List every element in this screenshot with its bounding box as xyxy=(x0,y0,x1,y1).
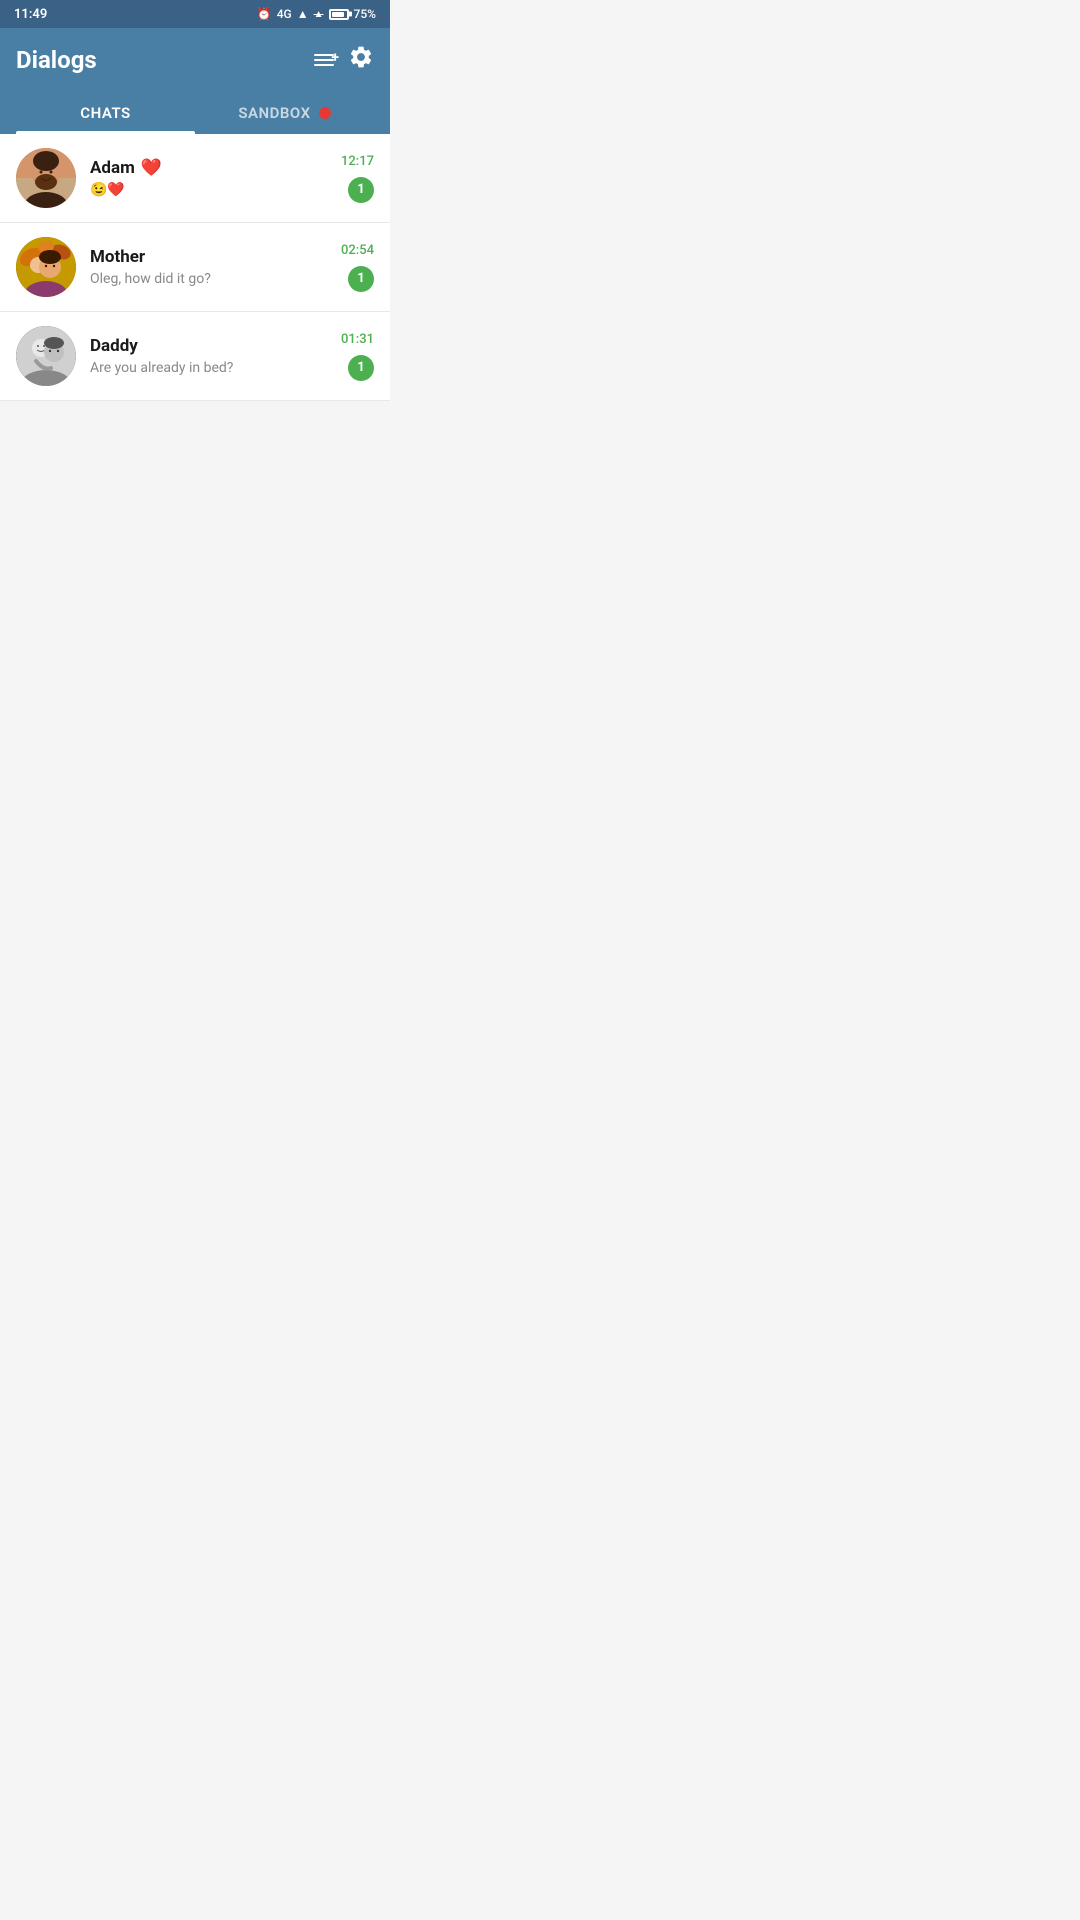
chat-item-mother[interactable]: Mother Oleg, how did it go? 02:54 1 xyxy=(0,223,390,312)
chat-time-daddy: 01:31 xyxy=(341,332,374,347)
signal-icon: ▲ xyxy=(297,7,309,21)
status-bar: 11:49 ⏰ 4G ▲ ▲ 75% xyxy=(0,0,390,28)
chat-preview-daddy: Are you already in bed? xyxy=(90,360,327,376)
chat-name-mother: Mother xyxy=(90,247,327,267)
unread-badge-mother: 1 xyxy=(348,266,374,292)
header-top: Dialogs + xyxy=(16,44,374,92)
status-time: 11:49 xyxy=(14,7,47,22)
chat-item-adam[interactable]: Adam ❤️ 😉❤️ 12:17 1 xyxy=(0,134,390,223)
battery-icon xyxy=(329,9,349,20)
sandbox-notification-dot xyxy=(319,107,331,119)
empty-area xyxy=(0,401,390,801)
chat-meta-daddy: 01:31 1 xyxy=(341,332,374,381)
header-icons: + xyxy=(314,44,374,76)
chat-meta-mother: 02:54 1 xyxy=(341,243,374,292)
settings-button[interactable] xyxy=(348,44,374,76)
header: Dialogs + CHATS SANDBOX xyxy=(0,28,390,134)
chat-meta-adam: 12:17 1 xyxy=(341,154,374,203)
chat-name-daddy: Daddy xyxy=(90,336,327,356)
page-title: Dialogs xyxy=(16,46,97,74)
unread-badge-adam: 1 xyxy=(348,177,374,203)
alarm-icon: ⏰ xyxy=(257,7,272,21)
chat-preview-adam: 😉❤️ xyxy=(90,182,327,198)
network-label: 4G xyxy=(277,7,292,21)
chat-content-mother: Mother Oleg, how did it go? xyxy=(90,247,327,287)
chat-time-adam: 12:17 xyxy=(341,154,374,169)
chat-content-daddy: Daddy Are you already in bed? xyxy=(90,336,327,376)
avatar-adam xyxy=(16,148,76,208)
plus-mark: + xyxy=(331,51,339,65)
new-chat-button[interactable]: + xyxy=(314,54,334,66)
unread-badge-daddy: 1 xyxy=(348,355,374,381)
chat-name-emoji-adam: ❤️ xyxy=(141,158,162,178)
avatar-daddy xyxy=(16,326,76,386)
tab-sandbox[interactable]: SANDBOX xyxy=(195,92,374,134)
signal-off-icon: ▲ xyxy=(314,9,324,20)
chat-name-adam: Adam ❤️ xyxy=(90,158,327,178)
chat-list: Adam ❤️ 😉❤️ 12:17 1 xyxy=(0,134,390,401)
status-icons: ⏰ 4G ▲ ▲ 75% xyxy=(257,7,376,21)
avatar-mother xyxy=(16,237,76,297)
chat-item-daddy[interactable]: Daddy Are you already in bed? 01:31 1 xyxy=(0,312,390,401)
tab-chats[interactable]: CHATS xyxy=(16,92,195,134)
tabs: CHATS SANDBOX xyxy=(16,92,374,134)
chat-preview-mother: Oleg, how did it go? xyxy=(90,271,327,287)
chat-content-adam: Adam ❤️ 😉❤️ xyxy=(90,158,327,198)
chat-time-mother: 02:54 xyxy=(341,243,374,258)
battery-label: 75% xyxy=(354,7,376,21)
